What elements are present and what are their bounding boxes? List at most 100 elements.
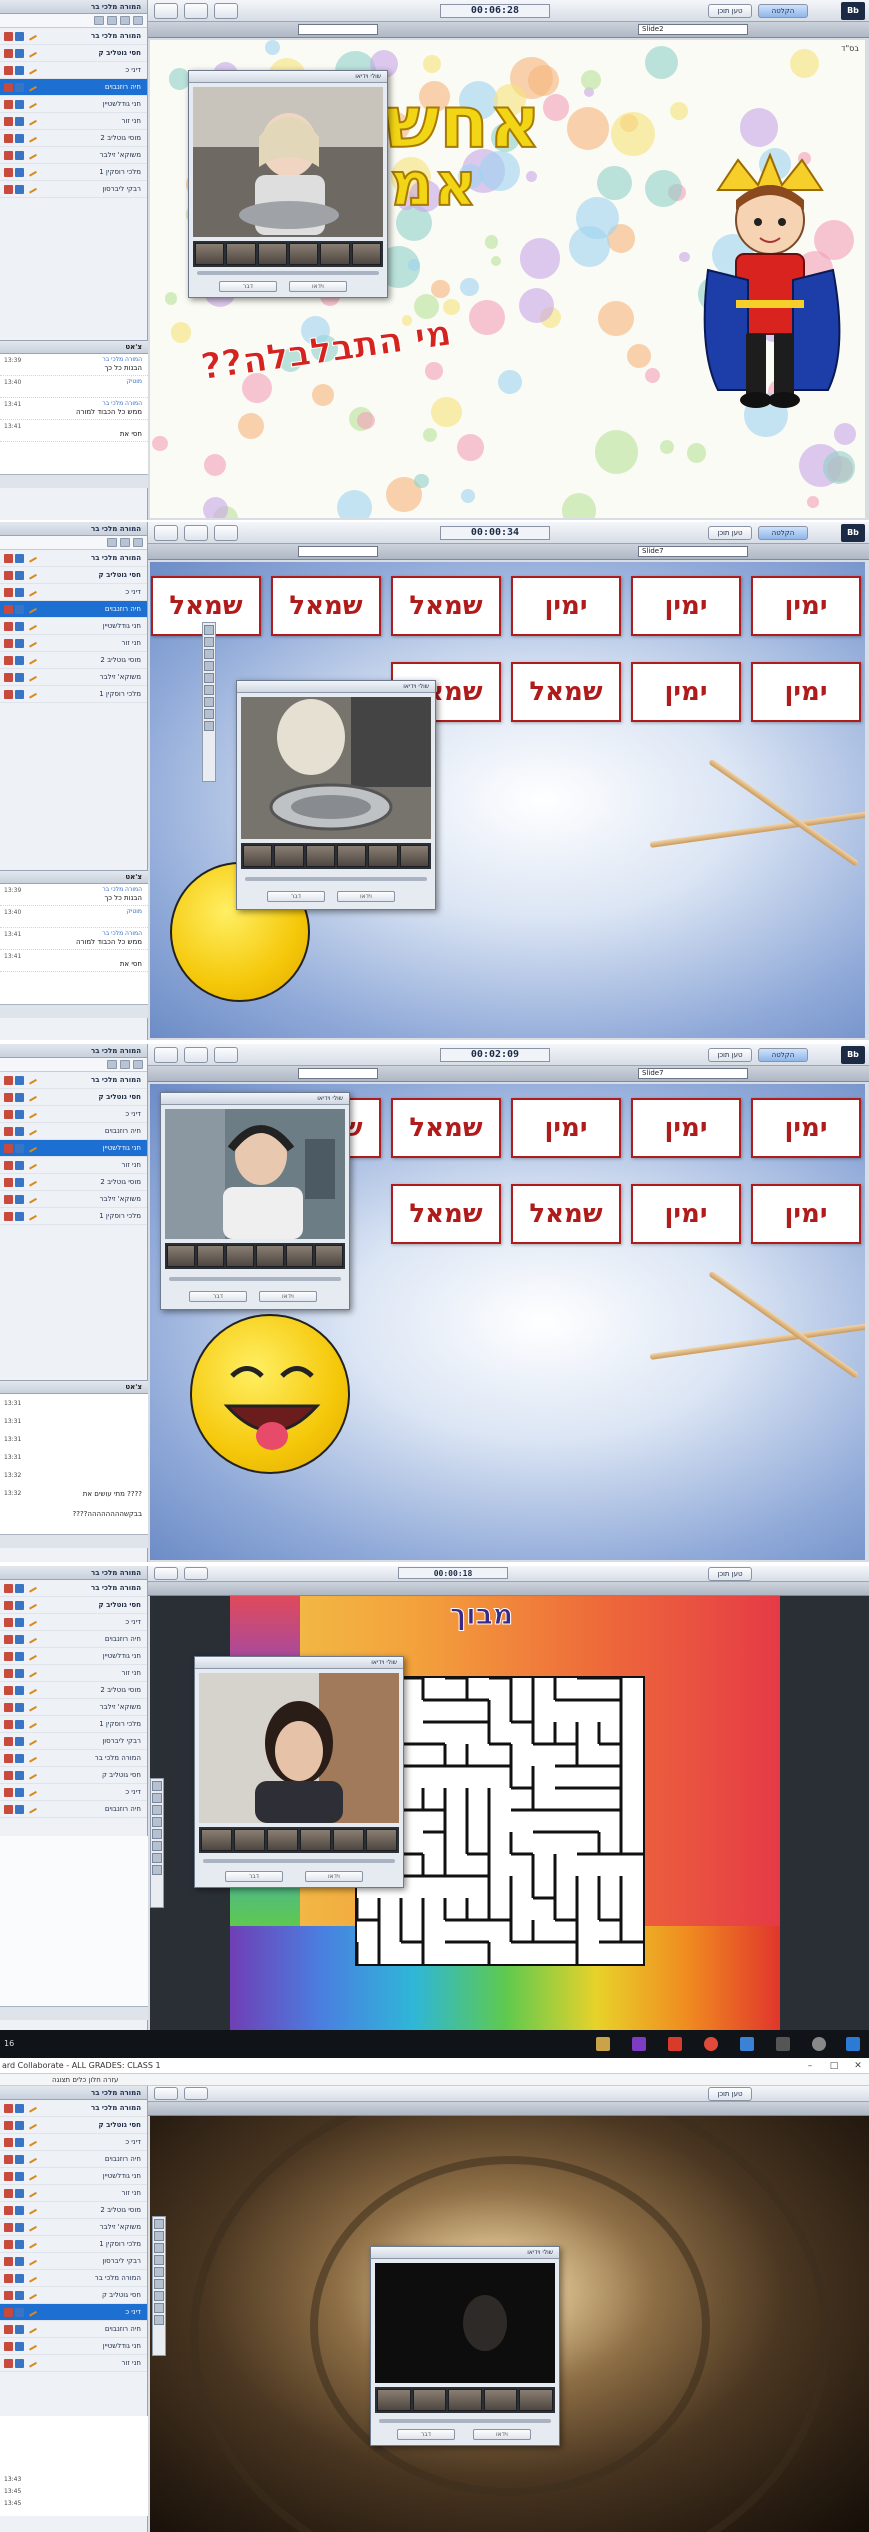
- participant-row[interactable]: חני גודלשטיין: [0, 96, 147, 113]
- participant-row[interactable]: המורה מלכי בר: [0, 1072, 147, 1089]
- participant-row[interactable]: מלכי רוסקין 1: [0, 2236, 147, 2253]
- participant-row[interactable]: דיני כ: [0, 1784, 147, 1801]
- participant-row[interactable]: משוקא' זילבר: [0, 1191, 147, 1208]
- participant-row[interactable]: דיני כ: [0, 62, 147, 79]
- direction-card[interactable]: שמאל: [511, 662, 621, 722]
- load-content-button[interactable]: טען תוכן: [708, 4, 752, 18]
- video-thumbnails[interactable]: [165, 1243, 345, 1269]
- talk-button[interactable]: דבר: [267, 891, 325, 902]
- mic-icon[interactable]: [107, 16, 117, 25]
- close-icon[interactable]: ✕: [853, 2061, 863, 2071]
- direction-card[interactable]: שמאל: [391, 1184, 501, 1244]
- minimize-icon[interactable]: –: [805, 2061, 815, 2071]
- cam-icon[interactable]: [133, 1060, 143, 1069]
- participant-row[interactable]: חסי גוטליב ק: [0, 45, 147, 62]
- participant-row[interactable]: חסי גוטליב ק: [0, 2117, 147, 2134]
- video-thumbnails[interactable]: [199, 1827, 399, 1853]
- share-icon[interactable]: [154, 1567, 178, 1580]
- participant-row[interactable]: חסי גוטליב ק: [0, 567, 147, 584]
- video-thumbnails[interactable]: [375, 2387, 555, 2413]
- timer-icon[interactable]: [214, 3, 238, 19]
- search-icon[interactable]: [812, 2037, 826, 2051]
- chrome-icon[interactable]: [704, 2037, 718, 2051]
- video-button[interactable]: וידאו: [289, 281, 347, 292]
- participant-row[interactable]: מוסי גוטליב 2: [0, 652, 147, 669]
- video-button[interactable]: וידאו: [337, 891, 395, 902]
- record-button[interactable]: הקלטה: [758, 1048, 808, 1062]
- share-icon[interactable]: [154, 2087, 178, 2100]
- participant-row[interactable]: מלכי רוסקין 1: [0, 164, 147, 181]
- whiteboard-stage[interactable]: שולי וידיאו דבר וידאו: [150, 2116, 869, 2532]
- participant-row[interactable]: משוקא' זילבר: [0, 1699, 147, 1716]
- participant-row[interactable]: המורה מלכי בר: [0, 2270, 147, 2287]
- load-content-button[interactable]: טען תוכן: [708, 1567, 752, 1581]
- cam-icon[interactable]: [120, 16, 130, 25]
- direction-card[interactable]: שמאל: [391, 576, 501, 636]
- taskbar-app-icon[interactable]: [668, 2037, 682, 2051]
- participant-row[interactable]: חני זור: [0, 113, 147, 130]
- video-window-title[interactable]: שולי וידיאו: [161, 1093, 349, 1105]
- video-thumbnails[interactable]: [241, 843, 431, 869]
- whiteboard-stage[interactable]: ימין ימין ימין שמאל שמאל שמאל ימין ימין שמאל שמאל…: [150, 562, 865, 1038]
- taskbar-app-icon[interactable]: [632, 2037, 646, 2051]
- participant-row[interactable]: חסי גוטליב ק: [0, 1089, 147, 1106]
- windows-icon[interactable]: [184, 2087, 208, 2100]
- participant-row[interactable]: רבקי ליברסון: [0, 2253, 147, 2270]
- participant-row[interactable]: חיה רוזנבוים: [0, 1631, 147, 1648]
- direction-card[interactable]: ימין: [511, 576, 621, 636]
- participant-row[interactable]: מוסי גוטליב 2: [0, 1682, 147, 1699]
- participant-row[interactable]: המורה מלכי בר: [0, 1750, 147, 1767]
- video-window-title[interactable]: שולי וידיאו: [371, 2247, 559, 2259]
- video-window[interactable]: שולי וידיאו דבר וידאו: [188, 70, 388, 298]
- participant-row[interactable]: המורה מלכי בר: [0, 28, 147, 45]
- participant-row[interactable]: משוקא' זילבר: [0, 669, 147, 686]
- timer-icon[interactable]: [214, 525, 238, 541]
- participant-row[interactable]: חני זור: [0, 2185, 147, 2202]
- participant-row[interactable]: חיה רוזנבוים: [0, 1123, 147, 1140]
- participant-row[interactable]: המורה מלכי בר: [0, 2100, 147, 2117]
- participant-row[interactable]: חני זור: [0, 1157, 147, 1174]
- whiteboard-tools[interactable]: [202, 622, 216, 782]
- participant-row[interactable]: משוקא' זילבר: [0, 147, 147, 164]
- direction-card[interactable]: שמאל: [391, 1098, 501, 1158]
- whiteboard-stage[interactable]: בס"ד אחשו אמ מי התבלבלה?? שולי וידיאו דב…: [150, 40, 865, 518]
- talk-button[interactable]: דבר: [189, 1291, 247, 1302]
- direction-card[interactable]: ימין: [511, 1098, 621, 1158]
- direction-card[interactable]: ימין: [631, 1098, 741, 1158]
- video-window[interactable]: שולי וידיאו דבר וידאו: [194, 1656, 404, 1888]
- video-window-title[interactable]: שולי וידיאו: [195, 1657, 403, 1669]
- participant-row[interactable]: מוסי גוטליב 2: [0, 2202, 147, 2219]
- video-window-title[interactable]: שולי וידיאו: [189, 71, 387, 83]
- load-content-button[interactable]: טען תוכן: [708, 1048, 752, 1062]
- direction-card[interactable]: ימין: [751, 1098, 861, 1158]
- chat-input[interactable]: [0, 1534, 148, 1548]
- away-icon[interactable]: [133, 16, 143, 25]
- participant-row[interactable]: חני זור: [0, 2355, 147, 2372]
- direction-card[interactable]: שמאל: [511, 1184, 621, 1244]
- video-window[interactable]: שולי וידיאו דבר וידאו: [370, 2246, 560, 2446]
- direction-card[interactable]: ימין: [751, 662, 861, 722]
- share-icon[interactable]: [154, 3, 178, 19]
- talk-button[interactable]: דבר: [219, 281, 277, 292]
- participant-row[interactable]: מלכי רוסקין 1: [0, 1208, 147, 1225]
- participant-row[interactable]: חסי גוטליב ק: [0, 1597, 147, 1614]
- zoom-selector[interactable]: [298, 1068, 378, 1079]
- participant-row[interactable]: דיני כ: [0, 2304, 147, 2321]
- menu-bar[interactable]: עזרה חלון כלים תצוגה: [0, 2074, 869, 2086]
- video-thumbnails[interactable]: [193, 241, 383, 267]
- participant-row[interactable]: חני זור: [0, 1665, 147, 1682]
- whiteboard-stage[interactable]: מבוך שולי וידיאו דבר וידאו: [150, 1596, 869, 2030]
- participant-row[interactable]: חיה רוזנבוים: [0, 2321, 147, 2338]
- record-button[interactable]: הקלטה: [758, 526, 808, 540]
- video-button[interactable]: וידאו: [305, 1871, 363, 1882]
- windows-icon[interactable]: [184, 1567, 208, 1580]
- participant-row[interactable]: משוקא' זילבר: [0, 2219, 147, 2236]
- record-button[interactable]: הקלטה: [758, 4, 808, 18]
- participant-row[interactable]: מלכי רוסקין 1: [0, 1716, 147, 1733]
- participant-row[interactable]: רבקי ליברסון: [0, 181, 147, 198]
- participant-row[interactable]: המורה מלכי בר: [0, 550, 147, 567]
- hand-icon[interactable]: [107, 538, 117, 547]
- participant-row[interactable]: מוסי גוטליב 2: [0, 1174, 147, 1191]
- chat-input[interactable]: [0, 474, 148, 488]
- participant-row[interactable]: חני גודלשטיין: [0, 1648, 147, 1665]
